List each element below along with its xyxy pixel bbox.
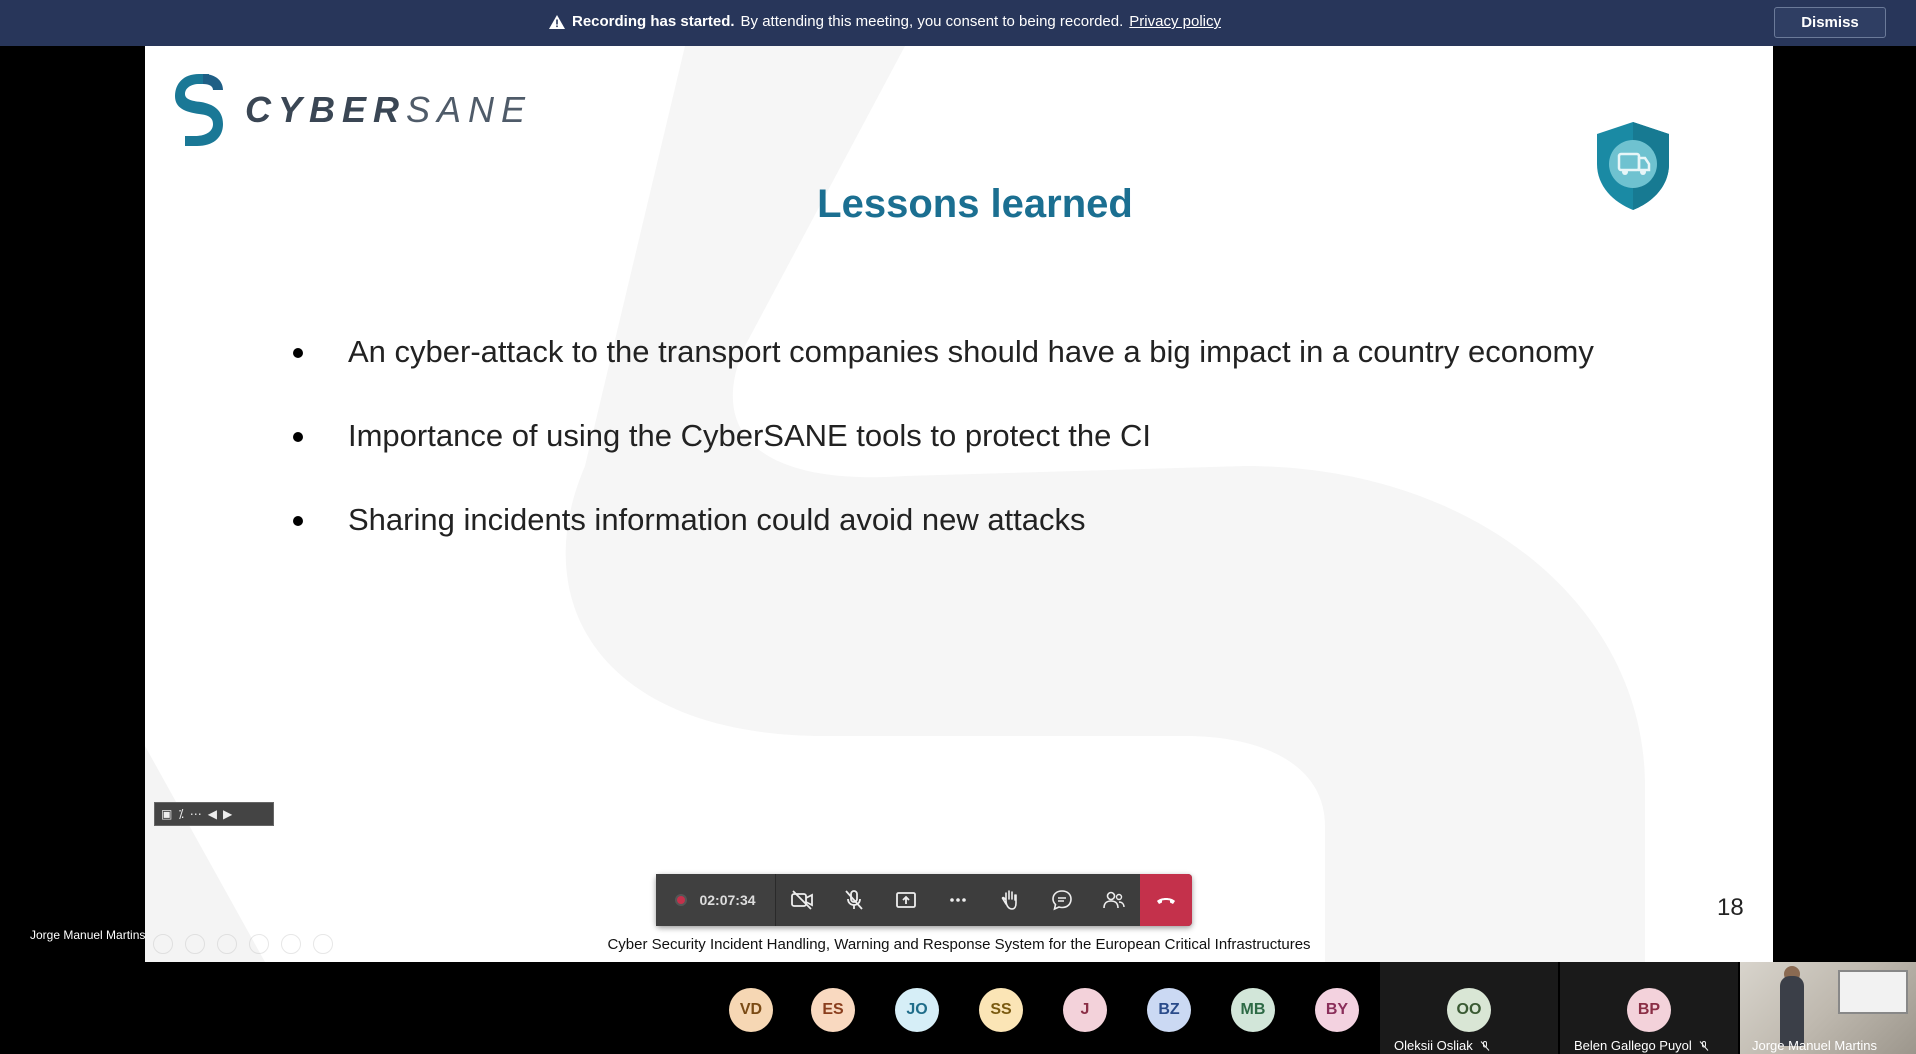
bullet-text: Importance of using the CyberSANE tools …: [348, 418, 1151, 453]
bullet-dot: [293, 348, 303, 358]
participants-strip: VD ES JO SS J BZ MB BY OO Oleksii Osliak…: [0, 962, 1916, 1054]
recording-title: Recording has started.: [572, 13, 735, 30]
participant-name: Belen Gallego Puyol: [1574, 1038, 1710, 1053]
participant-avatar[interactable]: JO: [895, 988, 939, 1032]
participants-icon: [1103, 891, 1125, 909]
call-toolbar: 02:07:34: [656, 874, 1192, 926]
dismiss-button[interactable]: Dismiss: [1774, 7, 1886, 38]
recording-dot-icon: [675, 894, 688, 906]
slide-menu-icon[interactable]: ▣: [161, 807, 172, 821]
microphone-toggle-button[interactable]: [828, 874, 880, 926]
participant-tile[interactable]: BP Belen Gallego Puyol: [1560, 962, 1738, 1054]
recording-banner: Recording has started. By attending this…: [0, 0, 1916, 46]
cybersane-logo-mark: [175, 74, 223, 146]
participant-avatar[interactable]: ES: [811, 988, 855, 1032]
bullet-item: Sharing incidents information could avoi…: [293, 498, 1693, 542]
bullet-dot: [293, 432, 303, 442]
more-icon: [950, 898, 966, 902]
video-projector-screen: [1838, 970, 1908, 1014]
camera-off-icon: [791, 890, 813, 910]
participant-avatar[interactable]: VD: [729, 988, 773, 1032]
participant-name: Oleksii Osliak: [1394, 1038, 1491, 1053]
call-timer: 02:07:34: [699, 892, 756, 908]
recording-consent-text: By attending this meeting, you consent t…: [740, 13, 1124, 30]
slide-footer: Cyber Security Incident Handling, Warnin…: [607, 936, 1311, 953]
meeting-window: Recording has started. By attending this…: [0, 0, 1916, 1054]
participant-avatar[interactable]: J: [1063, 988, 1107, 1032]
bullet-item: An cyber-attack to the transport compani…: [293, 330, 1693, 374]
raise-hand-button[interactable]: [984, 874, 1036, 926]
cybersane-logo: CYBERSANE: [173, 72, 532, 148]
participant-tile[interactable]: OO Oleksii Osliak: [1380, 962, 1558, 1054]
participant-avatar[interactable]: SS: [979, 988, 1023, 1032]
hang-up-icon: [1157, 898, 1175, 904]
logo-word-cyber: CYBER: [245, 89, 407, 130]
slide-navigation-toolbar: ▣ ⁒ ⋯ ◀ ▶: [154, 802, 274, 826]
share-screen-button[interactable]: [880, 874, 932, 926]
privacy-policy-link[interactable]: Privacy policy: [1129, 13, 1221, 30]
previous-slide-icon[interactable]: ◀: [208, 807, 217, 821]
slide-more-icon[interactable]: ⋯: [190, 807, 202, 821]
participant-avatar[interactable]: MB: [1231, 988, 1275, 1032]
mic-off-icon: [1699, 1040, 1709, 1051]
next-slide-icon[interactable]: ▶: [223, 807, 232, 821]
logo-word-sane: SANE: [406, 89, 533, 130]
participant-avatar[interactable]: BY: [1315, 988, 1359, 1032]
participant-avatar: BP: [1627, 988, 1671, 1032]
presenter-name-label: Jorge Manuel Martins: [30, 928, 146, 942]
mic-off-icon: [845, 890, 863, 910]
warning-icon: [549, 14, 565, 29]
bullet-list: An cyber-attack to the transport compani…: [293, 330, 1693, 582]
participant-name-text: Belen Gallego Puyol: [1574, 1038, 1692, 1053]
participant-avatar[interactable]: BZ: [1147, 988, 1191, 1032]
raise-hand-icon: [1001, 890, 1017, 910]
bullet-text: An cyber-attack to the transport compani…: [348, 334, 1594, 369]
recording-indicator: 02:07:34: [656, 874, 776, 926]
bullet-dot: [293, 516, 303, 526]
shared-slide: CYBERSANE Lessons learned An cyber-attac…: [145, 46, 1773, 962]
bullet-item: Importance of using the CyberSANE tools …: [293, 414, 1693, 458]
participant-avatar: OO: [1447, 988, 1491, 1032]
participant-name-text: Jorge Manuel Martins: [1752, 1038, 1877, 1053]
slide-title: Lessons learned: [817, 182, 1133, 226]
more-actions-button[interactable]: [932, 874, 984, 926]
participants-button[interactable]: [1088, 874, 1140, 926]
participant-name-text: Oleksii Osliak: [1394, 1038, 1473, 1053]
hang-up-button[interactable]: [1140, 874, 1192, 926]
chat-button[interactable]: [1036, 874, 1088, 926]
slide-page-number: 18: [1717, 894, 1744, 921]
camera-toggle-button[interactable]: [776, 874, 828, 926]
chat-icon: [1052, 890, 1072, 911]
share-screen-icon: [896, 892, 916, 908]
bullet-text: Sharing incidents information could avoi…: [348, 502, 1086, 537]
logo-wordmark: CYBERSANE: [245, 89, 532, 131]
video-person-body: [1780, 976, 1804, 1046]
presenter-video-tile[interactable]: Jorge Manuel Martins: [1740, 962, 1916, 1054]
recording-message: Recording has started. By attending this…: [548, 13, 1221, 30]
participant-name: Jorge Manuel Martins: [1752, 1038, 1877, 1053]
slide-zoom-icon[interactable]: ⁒: [178, 807, 183, 821]
mic-off-icon: [1480, 1040, 1490, 1051]
